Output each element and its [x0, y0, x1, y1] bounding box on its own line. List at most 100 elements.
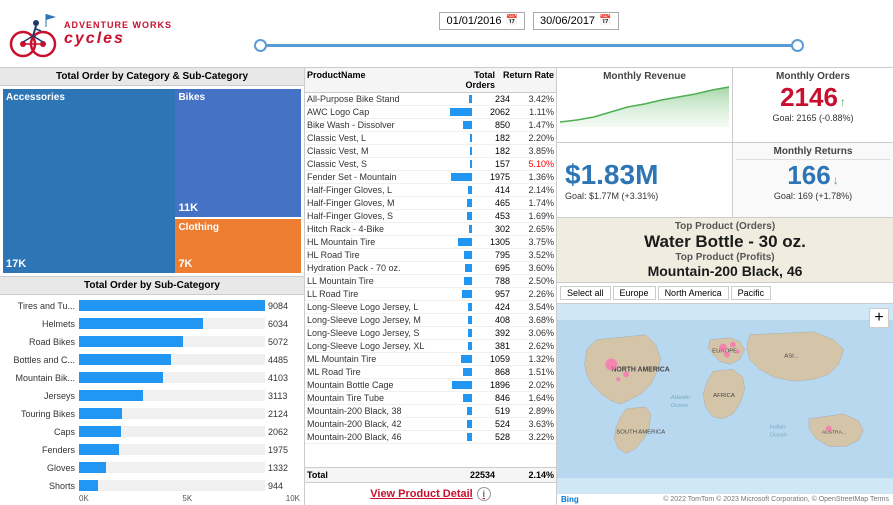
map-btn-north-america[interactable]: North America	[658, 286, 729, 300]
view-detail-link[interactable]: View Product Detail i	[305, 482, 556, 505]
calendar-icon-from: 📅	[506, 15, 518, 26]
table-row[interactable]: ML Mountain Tire 10591.32%	[305, 353, 556, 366]
row-bar	[467, 420, 472, 428]
date-to[interactable]: 30/06/2017 📅	[533, 12, 619, 30]
table-row[interactable]: ML Road Tire 8681.51%	[305, 366, 556, 379]
map-btn-select-all[interactable]: Select all	[560, 286, 611, 300]
table-row[interactable]: Bike Wash - Dissolver8501.47%	[305, 119, 556, 132]
product-table-scroll[interactable]: All-Purpose Bike Stand2343.42%AWC Logo C…	[305, 93, 556, 467]
bar-track	[79, 336, 265, 347]
row-orders: 1059	[474, 354, 512, 364]
table-row[interactable]: HL Road Tire7953.52%	[305, 249, 556, 262]
row-product-name: Long-Sleeve Logo Jersey, M	[307, 315, 468, 325]
row-orders: 1896	[474, 380, 512, 390]
table-row[interactable]: Mountain-200 Black, 465283.22%	[305, 431, 556, 444]
bing-logo: Bing	[561, 495, 579, 504]
bar-fill	[79, 390, 143, 401]
row-rate: 3.75%	[512, 237, 554, 247]
treemap-title: Total Order by Category & Sub-Category	[0, 68, 304, 86]
svg-text:Indian: Indian	[769, 425, 786, 431]
bar-fill	[79, 318, 203, 329]
row-orders: 868	[474, 367, 512, 377]
monthly-orders-panel: Monthly Orders 2146 ↑ Goal: 2165 (-0.88%…	[733, 68, 893, 142]
row-bar	[468, 329, 472, 337]
treemap-bikes[interactable]: Bikes 11K	[175, 89, 301, 219]
bar-fill	[79, 444, 119, 455]
row-product-name: LL Mountain Tire	[307, 276, 464, 286]
bar-track	[79, 444, 265, 455]
bar-label: Fenders	[4, 445, 79, 455]
table-row[interactable]: Long-Sleeve Logo Jersey, M4083.68%	[305, 314, 556, 327]
table-row[interactable]: Mountain-200 Black, 425243.63%	[305, 418, 556, 431]
bar-row: Shorts944	[4, 477, 300, 494]
world-map: NORTH AMERICA SOUTH AMERICA EUROPE AFRIC…	[557, 304, 893, 494]
row-orders: 392	[474, 328, 512, 338]
table-row[interactable]: HL Mountain Tire13053.75%	[305, 236, 556, 249]
monthly-revenue-title: Monthly Revenue	[560, 71, 729, 82]
table-row[interactable]: Mountain-200 Black, 385192.89%	[305, 405, 556, 418]
table-row[interactable]: Classic Vest, M1823.85%	[305, 145, 556, 158]
table-row[interactable]: Long-Sleeve Logo Jersey, S3923.06%	[305, 327, 556, 340]
col-product-name: ProductName	[307, 70, 444, 90]
row-product-name: Bike Wash - Dissolver	[307, 120, 463, 130]
treemap-accessories[interactable]: Accessories 17K	[3, 89, 175, 273]
row-rate: 3.06%	[512, 328, 554, 338]
table-row[interactable]: Long-Sleeve Logo Jersey, L4243.54%	[305, 301, 556, 314]
row-bar	[464, 251, 472, 259]
svg-text:ASI...: ASI...	[784, 353, 799, 359]
table-row[interactable]: Half-Finger Gloves, S4531.69%	[305, 210, 556, 223]
logo-line1: ADVENTURE WORKS	[64, 20, 172, 30]
row-product-name: Mountain-200 Black, 46	[307, 432, 467, 442]
map-svg-container: NORTH AMERICA SOUTH AMERICA EUROPE AFRIC…	[557, 304, 893, 494]
map-zoom-button[interactable]: +	[869, 308, 889, 328]
bar-track	[79, 408, 265, 419]
row-rate: 2.65%	[512, 224, 554, 234]
table-row[interactable]: LL Road Tire9572.26%	[305, 288, 556, 301]
row-bar	[468, 342, 472, 350]
table-row[interactable]: Classic Vest, S1575.10%	[305, 158, 556, 171]
date-slider[interactable]	[260, 36, 798, 56]
treemap-clothing[interactable]: Clothing 7K	[175, 219, 301, 273]
row-rate: 1.51%	[512, 367, 554, 377]
row-bar	[467, 212, 472, 220]
bar-label: Caps	[4, 427, 79, 437]
table-row[interactable]: LL Mountain Tire7882.50%	[305, 275, 556, 288]
logo-line2: cycles	[64, 30, 172, 48]
top-orders-label: Top Product (Orders)	[675, 221, 775, 232]
returns-value: 166	[787, 160, 830, 191]
table-row[interactable]: Mountain Bottle Cage18962.02%	[305, 379, 556, 392]
row-bar	[462, 290, 472, 298]
table-row[interactable]: Hitch Rack - 4-Bike3022.65%	[305, 223, 556, 236]
map-btn-europe[interactable]: Europe	[613, 286, 656, 300]
date-range-area: 01/01/2016 📅 30/06/2017 📅	[173, 12, 885, 56]
map-btn-pacific[interactable]: Pacific	[731, 286, 772, 300]
table-row[interactable]: Half-Finger Gloves, L4142.14%	[305, 184, 556, 197]
date-from[interactable]: 01/01/2016 📅	[439, 12, 525, 30]
table-row[interactable]: Half-Finger Gloves, M4651.74%	[305, 197, 556, 210]
row-bar	[467, 433, 472, 441]
row-rate: 3.42%	[512, 94, 554, 104]
bar-label: Bottles and C...	[4, 355, 79, 365]
row-product-name: Classic Vest, M	[307, 146, 470, 156]
row-product-name: Classic Vest, L	[307, 133, 470, 143]
table-row[interactable]: Fender Set - Mountain19751.36%	[305, 171, 556, 184]
table-row[interactable]: Long-Sleeve Logo Jersey, XL3812.62%	[305, 340, 556, 353]
bar-row: Fenders1975	[4, 441, 300, 458]
row-product-name: HL Mountain Tire	[307, 237, 458, 247]
table-row[interactable]: AWC Logo Cap20621.11%	[305, 106, 556, 119]
table-row[interactable]: Classic Vest, L1822.20%	[305, 132, 556, 145]
monthly-orders-title: Monthly Orders	[736, 71, 890, 82]
bar-fill	[79, 426, 121, 437]
row-product-name: ML Mountain Tire	[307, 354, 461, 364]
footer-label: Total	[307, 470, 444, 480]
row-product-name: ML Road Tire	[307, 367, 463, 377]
row-orders: 850	[474, 120, 512, 130]
table-row[interactable]: All-Purpose Bike Stand2343.42%	[305, 93, 556, 106]
bar-track	[79, 426, 265, 437]
row-rate: 1.32%	[512, 354, 554, 364]
row-orders: 414	[474, 185, 512, 195]
col-return-rate: Return Rate	[499, 70, 554, 90]
table-row[interactable]: Mountain Tire Tube8461.64%	[305, 392, 556, 405]
table-row[interactable]: Hydration Pack - 70 oz.6953.60%	[305, 262, 556, 275]
row-rate: 2.62%	[512, 341, 554, 351]
